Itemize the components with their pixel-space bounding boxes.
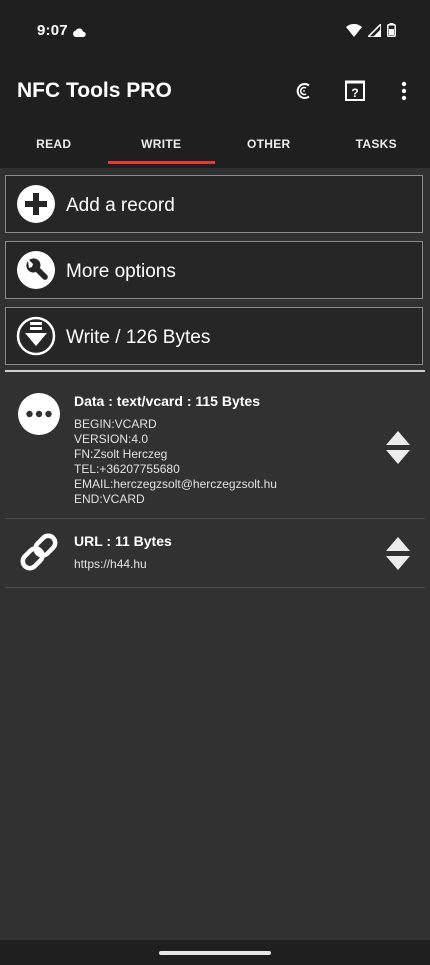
record-content: https://h44.hu [74,557,147,572]
more-options-label: More options [66,261,176,282]
reorder-arrows-icon [386,537,410,570]
wrench-icon [16,250,56,290]
navigation-bar [0,940,430,965]
battery-icon [387,23,396,42]
reorder-handle[interactable] [386,431,410,470]
record-line: END:VCARD [74,492,145,506]
tab-tasks[interactable]: TASKS [323,120,430,168]
app-title: NFC Tools PRO [17,79,172,102]
record-line: TEL:+36207755680 [74,462,180,476]
status-time: 9:07 [37,22,68,39]
nfc-c-icon[interactable] [291,78,317,104]
link-icon [17,530,61,579]
reorder-arrows-icon [386,431,410,464]
write-label: Write / 126 Bytes [66,327,211,348]
signal-icon [366,21,382,42]
home-gesture-handle[interactable] [159,951,271,955]
more-dots-icon [17,392,61,441]
add-record-button[interactable]: Add a record [5,175,423,233]
record-line: EMAIL:herczegzsolt@herczegzsolt.hu [74,477,277,491]
record-title: URL : 11 Bytes [74,533,172,549]
write-button[interactable]: Write / 126 Bytes [5,307,423,365]
app-bar: NFC Tools PRO ? [0,62,430,120]
status-bar: 9:07 [0,0,430,62]
tab-read[interactable]: READ [0,120,108,168]
svg-text:?: ? [351,86,358,100]
record-line: FN:Zsolt Herczeg [74,447,168,461]
cloud-icon [72,24,86,42]
tab-bar: READ WRITE OTHER TASKS [0,120,430,168]
record-line: VERSION:4.0 [74,432,149,446]
plus-circle-icon [16,184,56,224]
record-line: BEGIN:VCARD [74,417,157,431]
add-record-label: Add a record [66,195,175,216]
record-vcard[interactable]: Data : text/vcard : 115 Bytes BEGIN:VCAR… [5,372,425,518]
tab-write[interactable]: WRITE [107,120,216,168]
tab-other[interactable]: OTHER [215,120,323,168]
wifi-icon [346,23,362,42]
download-write-icon [16,316,56,356]
record-title: Data : text/vcard : 115 Bytes [74,393,260,409]
record-content: BEGIN:VCARD VERSION:4.0 FN:Zsolt Herczeg… [74,417,277,507]
record-separator [5,587,425,588]
reorder-handle[interactable] [386,537,410,576]
record-line: https://h44.hu [74,557,147,571]
more-options-button[interactable]: More options [5,241,423,299]
overflow-menu-icon[interactable] [391,78,417,104]
record-url[interactable]: URL : 11 Bytes https://h44.hu [5,519,425,587]
help-icon[interactable]: ? [342,78,368,104]
